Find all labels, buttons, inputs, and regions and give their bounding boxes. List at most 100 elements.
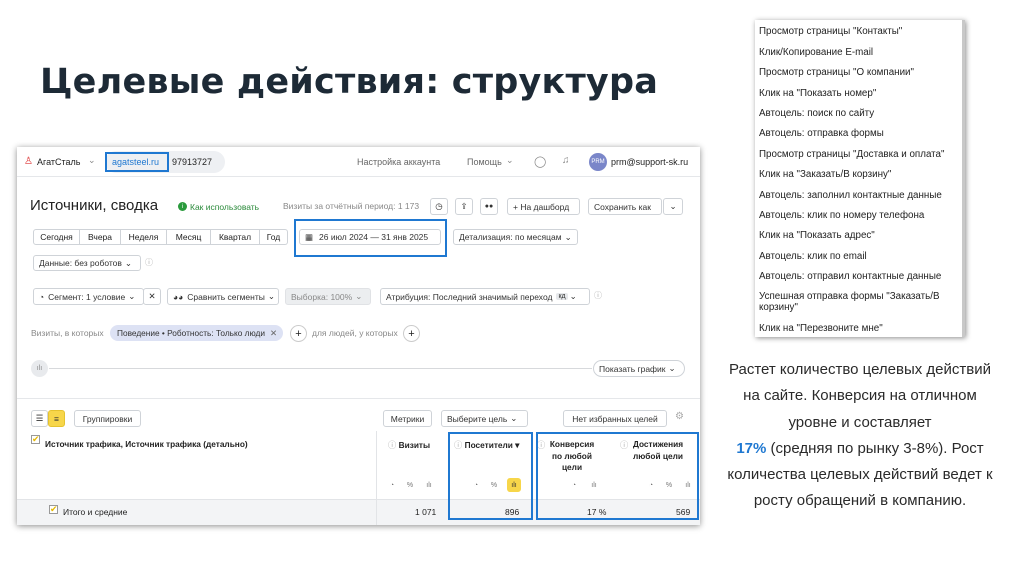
report-title: Источники, сводка (30, 197, 159, 214)
add-visit-filter-button[interactable]: + (290, 325, 307, 342)
chevron-down-icon: ⌄ (355, 291, 363, 301)
chevron-down-icon: ⌄ (267, 291, 275, 301)
goal-item: Автоцель: поиск по сайту (759, 108, 875, 119)
list-view-icon[interactable]: ☰ (31, 410, 48, 427)
how-to-use-link[interactable]: Как использовать (190, 202, 259, 212)
show-chart-label: Показать график (599, 363, 666, 374)
checkbox-all[interactable]: ✔ (31, 435, 40, 444)
tree-view-icon[interactable]: ≡ (48, 410, 65, 427)
user-avatar[interactable]: PRM (589, 153, 607, 171)
metrica-screenshot: ♙ АгатСталь ⌄ agatsteel.ru 97913727 Наст… (17, 147, 700, 525)
period-today[interactable]: Сегодня (33, 229, 80, 245)
data-filter-select[interactable]: Данные: без роботов ⌄ (33, 255, 141, 271)
select-goal-button[interactable]: Выберите цель ⌄ (441, 410, 528, 427)
no-favorites-button[interactable]: Нет избранных целей (563, 410, 667, 427)
total-label: Итого и средние (63, 507, 128, 517)
checkbox-total[interactable]: ✔ (49, 505, 58, 514)
clear-segment-icon[interactable]: ✕ (143, 288, 161, 305)
help-icon[interactable]: ⓘ (145, 257, 153, 268)
export-icon[interactable]: ⇪ (455, 198, 473, 215)
add-people-filter-button[interactable]: + (403, 325, 420, 342)
help-chevron-icon[interactable]: ⌄ (506, 155, 514, 166)
chart-divider (49, 368, 592, 369)
chevron-down-icon: ⌄ (510, 413, 518, 423)
to-dashboard-label: На дашборд (520, 201, 570, 212)
detail-select[interactable]: Детализация: по месяцам ⌄ (453, 229, 578, 245)
sample-label: Выборка: 100% (291, 291, 353, 302)
close-icon[interactable]: ✕ (270, 328, 277, 338)
account-name[interactable]: АгатСталь (37, 157, 80, 167)
summary-text-before: Растет количество целевых действий на са… (729, 361, 991, 431)
help-icon[interactable]: ⓘ (594, 290, 602, 301)
people-where-label: для людей, у которых (312, 328, 398, 338)
groupings-button[interactable]: Группировки (74, 410, 141, 427)
select-goal-label: Выберите цель (447, 413, 508, 424)
goal-item: Автоцель: отправка формы (759, 128, 884, 139)
summary-text-after: (средняя по рынку 3-8%). Рост количества… (727, 439, 993, 510)
chevron-down-icon: ⌄ (128, 291, 136, 301)
plus-icon: + (513, 201, 521, 212)
period-year[interactable]: Год (260, 229, 288, 245)
segment-label: Сегмент: 1 условие (48, 291, 126, 302)
period-quarter[interactable]: Квартал (211, 229, 260, 245)
compare-segments-button[interactable]: ◕◕ Сравнить сегменты ⌄ (167, 288, 279, 305)
chevron-down-icon: ⌄ (564, 231, 572, 242)
goal-item: Клик на "Показать адрес" (759, 230, 875, 241)
chat-icon[interactable]: ◯ (534, 155, 546, 168)
save-as-chevron-icon[interactable]: ⌄ (663, 198, 683, 215)
help-link[interactable]: Помощь (467, 157, 502, 167)
account-icon: ♙ (24, 156, 33, 167)
column-visits-header[interactable]: ⓘ Визиты (388, 439, 430, 451)
user-email[interactable]: prm@support-sk.ru (611, 157, 688, 167)
goals-list-panel: Просмотр страницы "Контакты" Клик/Копиро… (755, 20, 965, 337)
date-range-highlight (294, 219, 447, 257)
column-separator (376, 431, 377, 525)
save-as-button[interactable]: Сохранить как (588, 198, 662, 215)
chart-icon: ılı (31, 360, 48, 377)
goal-item: Клик на "Заказать/В корзину" (759, 169, 892, 180)
period-week[interactable]: Неделя (121, 229, 167, 245)
gear-icon[interactable]: ⚙ (675, 411, 684, 422)
dimension-header: Источник трафика, Источник трафика (дета… (45, 439, 248, 449)
chevron-down-icon: ⌄ (569, 291, 577, 301)
header-divider (17, 176, 700, 177)
compare-icon: ◕◕ (173, 291, 184, 302)
total-visits: 1 071 (415, 507, 437, 517)
slide: Целевые действия: структура ♙ АгатСталь … (0, 0, 1024, 574)
goals-highlight (536, 432, 699, 520)
pie-chart-icon[interactable]: ◔ (385, 478, 399, 492)
goal-item: Автоцель: отправил контактные данные (759, 271, 942, 282)
slide-title: Целевые действия: структура (40, 62, 659, 102)
summary-paragraph: Растет количество целевых действий на са… (726, 357, 994, 515)
show-chart-button[interactable]: Показать график ⌄ (593, 360, 685, 377)
attribution-badge: кд (556, 293, 568, 300)
site-highlight (105, 152, 169, 172)
conversion-highlight: 17% (736, 439, 767, 457)
chevron-down-icon[interactable]: ⌄ (88, 155, 96, 166)
period-month[interactable]: Месяц (167, 229, 211, 245)
behavior-filter-tag[interactable]: Поведение • Роботность: Только люди ✕ (110, 325, 283, 341)
metrics-button[interactable]: Метрики (383, 410, 432, 427)
goal-item: Клик на "Перезвоните мне" (759, 323, 883, 334)
compare-label: Сравнить сегменты (187, 291, 265, 302)
account-settings-link[interactable]: Настройка аккаунта (357, 157, 440, 167)
period-yesterday[interactable]: Вчера (80, 229, 121, 245)
bar-chart-icon[interactable]: ılı (422, 478, 436, 492)
goal-item: Автоцель: клик по email (759, 251, 867, 262)
goal-item: Автоцель: клик по номеру телефона (759, 210, 925, 221)
to-dashboard-button[interactable]: + На дашборд (507, 198, 580, 215)
goal-item: Просмотр страницы "Контакты" (759, 26, 903, 37)
goal-item: Автоцель: заполнил контактные данные (759, 190, 942, 201)
segment-select[interactable]: ◔ Сегмент: 1 условие ⌄ (33, 288, 144, 305)
attribution-select[interactable]: Атрибуция: Последний значимый переход кд ⌄ (380, 288, 590, 305)
goal-item: Просмотр страницы "О компании" (759, 67, 914, 78)
data-filter-label: Данные: без роботов (39, 258, 122, 268)
goal-item: Успешная отправка формы "Заказать/В корз… (759, 291, 940, 313)
visitors-highlight (448, 432, 533, 520)
share-icon[interactable]: ●● (480, 198, 498, 215)
visits-info: Визиты за отчётный период: 1 173 (283, 201, 420, 211)
clock-icon[interactable]: ◷ (430, 198, 448, 215)
percent-icon[interactable]: % (403, 478, 417, 492)
column-visits-label: Визиты (398, 440, 431, 450)
bell-icon[interactable]: ♫ (562, 155, 570, 166)
